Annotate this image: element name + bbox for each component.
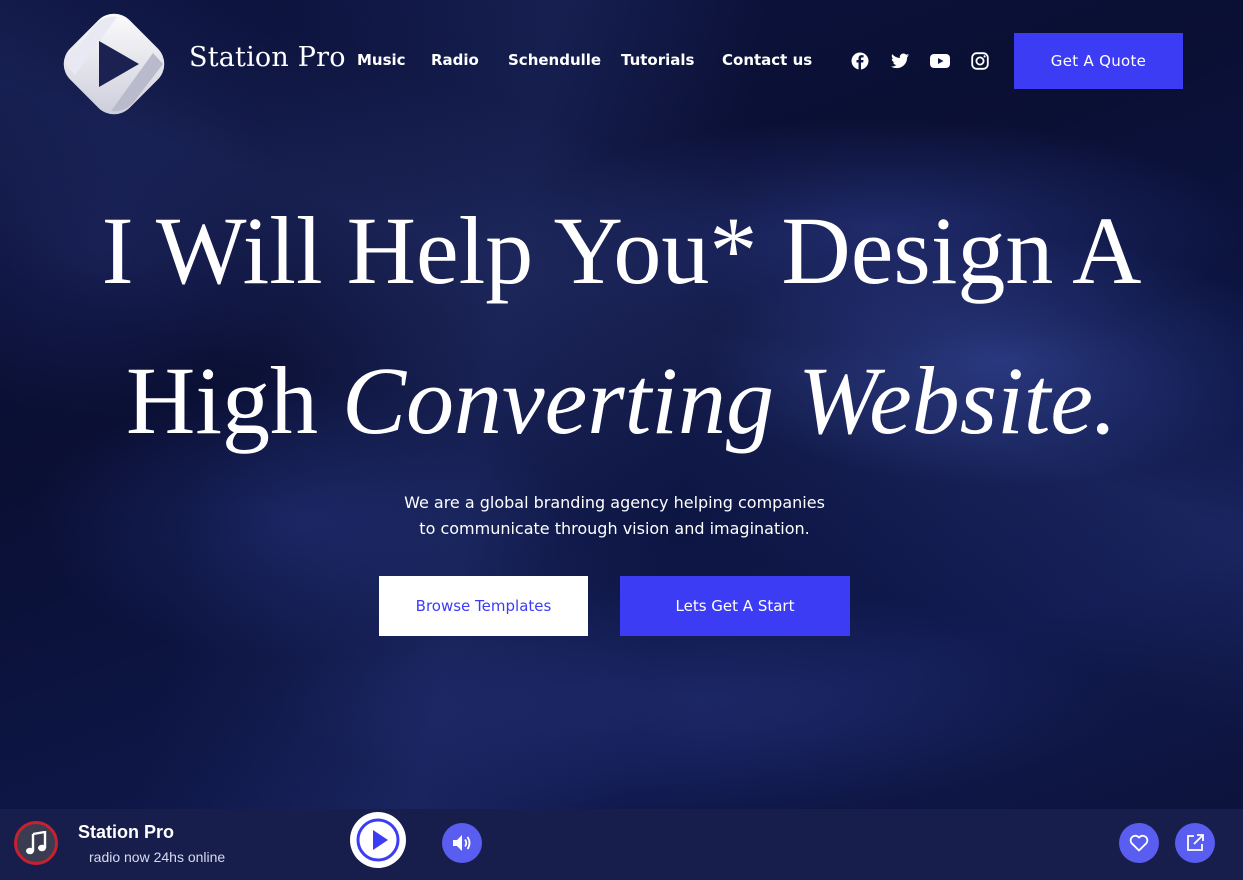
get-a-quote-button[interactable]: Get A Quote (1014, 33, 1183, 89)
browse-templates-button[interactable]: Browse Templates (379, 576, 588, 636)
lets-get-a-start-button[interactable]: Lets Get A Start (620, 576, 850, 636)
hero-headline-line1: I Will Help You* Design A (101, 197, 1142, 304)
external-link-icon (1187, 834, 1204, 851)
brand-name[interactable]: Station Pro (189, 42, 346, 73)
volume-button[interactable] (442, 823, 482, 863)
station-name: Station Pro (78, 822, 175, 842)
youtube-icon[interactable] (929, 50, 951, 72)
music-note-icon (26, 831, 47, 855)
nav-item-schendulle[interactable]: Schendulle (508, 51, 601, 69)
station-subtitle: radio now 24hs online (89, 849, 226, 865)
nav-item-music[interactable]: Music (357, 51, 406, 69)
play-button[interactable] (350, 812, 406, 868)
hero-subtext-line2: to communicate through vision and imagin… (419, 519, 810, 538)
favorite-button[interactable] (1119, 823, 1159, 863)
nav-item-contact[interactable]: Contact us (722, 51, 812, 69)
volume-icon (453, 835, 471, 851)
album-art (14, 821, 58, 865)
facebook-icon[interactable] (849, 50, 871, 72)
nav-item-tutorials[interactable]: Tutorials (621, 51, 694, 69)
heart-icon (1129, 834, 1149, 852)
share-button[interactable] (1175, 823, 1215, 863)
hero-headline-italic: Converting Website. (341, 347, 1118, 454)
radio-player-bar: Station Pro radio now 24hs online (0, 809, 1243, 880)
logo[interactable] (55, 5, 173, 123)
instagram-icon[interactable] (969, 50, 991, 72)
nav-item-radio[interactable]: Radio (431, 51, 479, 69)
hero-subtext-line1: We are a global branding agency helping … (404, 493, 825, 512)
hero-headline-line2: High Converting Website. (0, 353, 1243, 449)
play-icon (356, 818, 400, 862)
hero-headline-plain: High (125, 347, 318, 454)
twitter-icon[interactable] (889, 50, 911, 72)
